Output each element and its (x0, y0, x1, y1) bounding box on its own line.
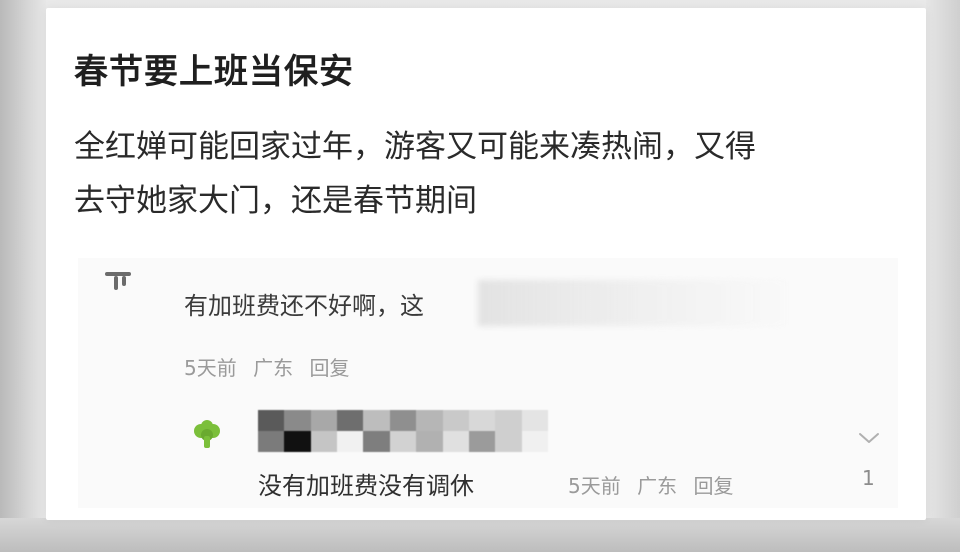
broccoli-tree-icon[interactable] (192, 420, 222, 450)
post-body-line-1: 全红婵可能回家过年，游客又可能来凑热闹，又得 (74, 129, 756, 165)
pixelated-username (258, 410, 548, 452)
comment-2-time: 5天前 (568, 474, 621, 498)
post-body-line-2: 去守她家大门，还是春节期间 (74, 183, 477, 219)
comment-1-blurred-overlay (478, 280, 788, 326)
post-body: 全红婵可能回家过年，游客又可能来凑热闹，又得 去守她家大门，还是春节期间 (74, 120, 894, 228)
comment-1-meta: 5天前 广东 回复 (184, 352, 359, 381)
comment-2-like-count: 1 (862, 466, 875, 490)
fork-tree-icon[interactable] (104, 270, 132, 292)
post-title: 春节要上班当保安 (74, 52, 354, 92)
comment-thread: 有加班费还不好啊，这 5天前 广东 回复 没有加班费没有调休 5天前 广东 回复… (78, 258, 898, 508)
comment-2-location: 广东 (637, 474, 678, 498)
comment-1-text: 有加班费还不好啊，这 (184, 292, 424, 320)
comment-2-meta: 5天前 广东 回复 (568, 470, 743, 499)
comment-1-time: 5天前 (184, 356, 237, 380)
bottom-edge-shadow (0, 518, 960, 552)
right-edge-shadow (926, 0, 960, 552)
chevron-down-icon[interactable] (856, 428, 882, 448)
left-edge-shadow (0, 0, 46, 552)
comment-2-like[interactable]: 1 (854, 428, 884, 498)
post-card: 春节要上班当保安 全红婵可能回家过年，游客又可能来凑热闹，又得 去守她家大门，还… (46, 8, 926, 520)
comment-2-text: 没有加班费没有调休 (258, 472, 474, 500)
comment-2-reply-button[interactable]: 回复 (693, 474, 733, 498)
comment-1-location: 广东 (253, 356, 294, 380)
comment-1-reply-button[interactable]: 回复 (309, 356, 349, 380)
